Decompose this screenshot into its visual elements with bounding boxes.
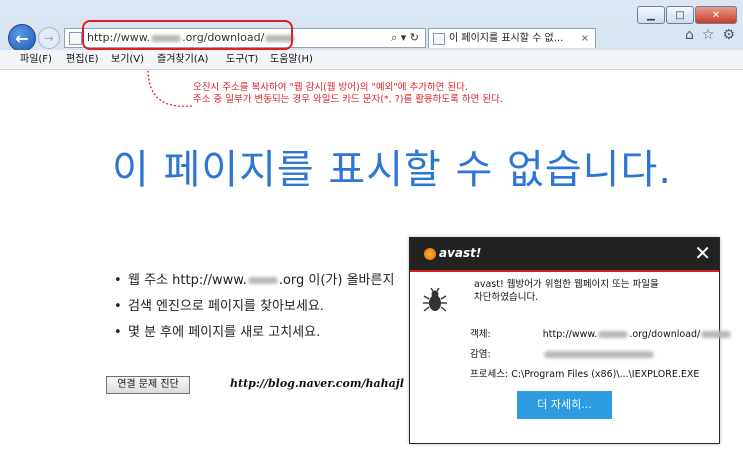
blurred-filename — [701, 331, 732, 338]
bullet-1-prefix: 웹 주소 http://www. — [128, 273, 247, 288]
address-tools[interactable]: ⌕ ▾ ↻ — [391, 29, 419, 47]
object-value-prefix: http://www. — [542, 329, 598, 340]
bullet-2-text: 검색 엔진으로 페이지를 찾아보세요. — [128, 299, 324, 314]
forward-button[interactable]: → — [38, 27, 60, 49]
annotation-line-1: 오진시 주소를 복사하여 "웹 감시(웹 방어)의 "예외"에 추가하면 된다. — [193, 82, 468, 93]
tab-page-icon — [433, 33, 445, 45]
settings-gear-icon[interactable]: ⚙ — [722, 27, 735, 43]
bullet-3-text: 몇 분 후에 페이지를 새로 고치세요. — [128, 325, 321, 340]
forward-arrow-icon: → — [44, 31, 54, 45]
error-headline: 이 페이지를 표시할 수 없습니다. — [112, 147, 672, 193]
menu-view[interactable]: 보기(V) — [111, 50, 144, 69]
process-value: C:\Program Files (x86)\...\IEXPLORE.EXE — [511, 369, 700, 380]
page-icon — [69, 32, 82, 45]
suggestion-list: • 웹 주소 http://www. .org 이(가) 올바른지 • 검색 엔진으로… — [114, 268, 394, 346]
popup-message-line-2: 차단하였습니다. — [474, 292, 539, 303]
popup-close-icon[interactable]: ✕ — [694, 242, 711, 264]
infection-label: 감염: — [470, 349, 491, 360]
menu-favorites[interactable]: 즐겨찾기(A) — [157, 50, 208, 69]
process-row: 프로세스: C:\Program Files (x86)\...\IEXPLOR… — [470, 366, 699, 380]
bug-icon — [423, 288, 447, 312]
favorites-star-icon[interactable]: ☆ — [702, 27, 715, 43]
tab-error-page[interactable]: 이 페이지를 표시할 수 없... × — [428, 28, 596, 48]
annotation-text: 오진시 주소를 복사하여 "웹 감시(웹 방어)의 "예외"에 추가하면 된다.… — [193, 82, 503, 106]
blog-watermark: http://blog.naver.com/hahajl — [230, 377, 404, 390]
menu-file[interactable]: 파일(F) — [20, 50, 52, 69]
back-arrow-icon: ← — [15, 28, 29, 48]
infection-row: 감염: — [470, 346, 655, 360]
minimize-icon[interactable]: ▁ — [637, 6, 665, 24]
tab-title: 이 페이지를 표시할 수 없... — [449, 33, 564, 44]
object-label: 객체: — [470, 329, 491, 340]
avast-brand: avast! — [439, 246, 482, 260]
menu-edit[interactable]: 편집(E) — [66, 50, 99, 69]
avast-logo: avast! — [424, 246, 481, 260]
browser-tools: ⌂ ☆ ⚙ — [685, 27, 735, 43]
url-highlight-box — [82, 20, 293, 50]
annotation-line-2: 주소 중 일부가 변동되는 경우 와일드 카드 문자(*, ?)를 활용하도록 … — [193, 94, 503, 105]
more-details-button[interactable]: 더 자세히... — [517, 391, 612, 419]
popup-message-line-1: avast! 웹방어가 위험한 웹페이지 또는 파일을 — [474, 279, 659, 290]
tab-close-icon[interactable]: × — [581, 29, 589, 48]
bullet-1-suffix: .org 이(가) 올바른지 — [278, 273, 395, 288]
blurred-domain — [598, 331, 629, 338]
window-controls: ▁ □ ✕ — [637, 6, 737, 24]
close-icon[interactable]: ✕ — [695, 6, 737, 24]
blurred-domain — [247, 277, 278, 284]
object-row: 객체: http://www. .org/download/ — [470, 326, 732, 340]
list-item: • 몇 분 후에 페이지를 새로 고치세요. — [114, 325, 321, 340]
object-value-suffix: .org/download/ — [629, 329, 701, 340]
diagnose-connection-button[interactable]: 연결 문제 진단 — [106, 376, 190, 394]
blurred-infection — [543, 351, 654, 358]
menu-bar: 파일(F) 편집(E) 보기(V) 즐겨찾기(A) 도구(T) 도움말(H) — [0, 50, 743, 70]
back-button[interactable]: ← — [8, 24, 36, 52]
avast-alert-popup: avast! ✕ avast! 웹방어가 위험한 웹페이지 또는 파일을 차단하… — [409, 237, 732, 444]
popup-message: avast! 웹방어가 위험한 웹페이지 또는 파일을 차단하였습니다. — [474, 278, 659, 304]
maximize-icon[interactable]: □ — [666, 6, 694, 24]
list-item: • 검색 엔진으로 페이지를 찾아보세요. — [114, 299, 324, 314]
list-item: • 웹 주소 http://www. .org 이(가) 올바른지 — [114, 273, 395, 288]
popup-header: avast! ✕ — [410, 238, 719, 272]
menu-help[interactable]: 도움말(H) — [270, 50, 313, 69]
process-label: 프로세스: — [470, 369, 509, 380]
avast-orb-icon — [424, 247, 436, 260]
menu-tools[interactable]: 도구(T) — [226, 50, 258, 69]
home-icon[interactable]: ⌂ — [685, 27, 694, 43]
annotation-arrow — [147, 70, 193, 107]
